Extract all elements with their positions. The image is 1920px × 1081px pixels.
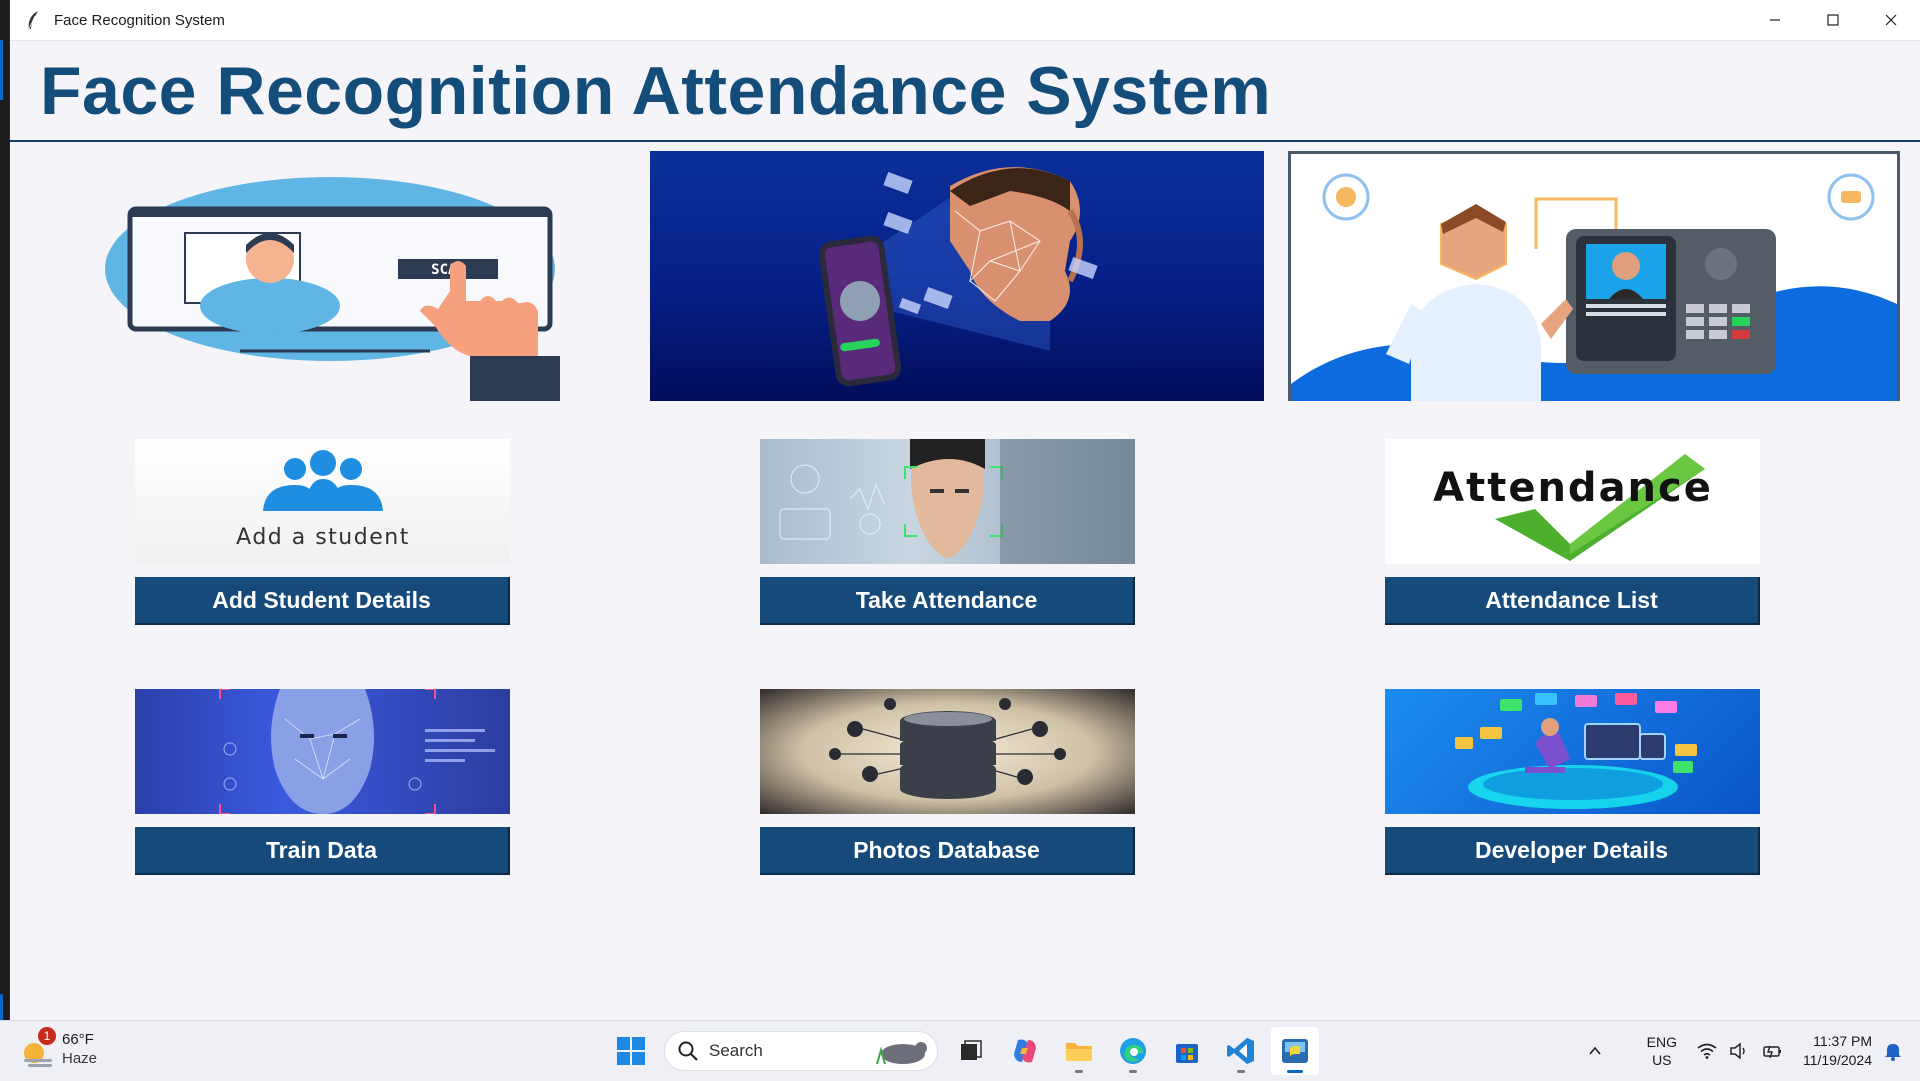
vscode-button[interactable] xyxy=(1217,1027,1265,1075)
store-icon xyxy=(1176,1044,1198,1063)
add-student-caption: Add a student xyxy=(236,525,410,550)
minimize-button[interactable] xyxy=(1746,0,1804,40)
folder-icon xyxy=(1066,1043,1092,1061)
database-icon xyxy=(829,698,1066,799)
store-button[interactable] xyxy=(1163,1027,1211,1075)
clock-time: 11:37 PM xyxy=(1813,1033,1872,1049)
face-phone-banner xyxy=(650,151,1264,401)
maximize-button[interactable] xyxy=(1804,0,1862,40)
python-icon xyxy=(1282,1039,1308,1063)
volume-icon[interactable] xyxy=(1729,1042,1749,1060)
title-bar[interactable]: Face Recognition System xyxy=(10,0,1920,41)
take-attendance-button[interactable]: Take Attendance xyxy=(760,577,1135,625)
scan-banner: SCAN xyxy=(90,151,580,401)
users-icon: Add a student xyxy=(236,450,410,550)
taskbar-search[interactable]: Search xyxy=(664,1031,938,1071)
windows-icon xyxy=(617,1037,645,1065)
attendance-caption: Attendance xyxy=(1433,465,1713,511)
clock-date: 11/19/2024 xyxy=(1802,1052,1872,1068)
copilot-icon xyxy=(1014,1039,1036,1063)
task-view-button[interactable] xyxy=(947,1027,995,1075)
photos-database-image[interactable] xyxy=(760,689,1135,814)
weather-condition: Haze xyxy=(62,1050,98,1067)
weather-badge: 1 xyxy=(38,1027,56,1045)
close-button[interactable] xyxy=(1862,0,1920,40)
page-title: Face Recognition Attendance System xyxy=(40,52,1272,129)
ai-face-icon xyxy=(219,689,495,814)
taskbar: 1 66°F Haze Search ENG US 11:37 PM 11/19… xyxy=(0,1020,1920,1081)
maximize-icon xyxy=(1827,14,1839,26)
feather-icon xyxy=(22,9,44,31)
search-placeholder: Search xyxy=(709,1041,763,1060)
train-data-image[interactable] xyxy=(135,689,510,814)
face-id-phone-illustration xyxy=(818,167,1098,387)
developer-details-image[interactable] xyxy=(1385,689,1760,814)
battery-icon[interactable] xyxy=(1761,1042,1783,1060)
python-app-button[interactable] xyxy=(1271,1027,1319,1075)
edge-icon xyxy=(1120,1038,1146,1064)
system-tray: ENG US 11:37 PM 11/19/2024 xyxy=(1587,1021,1920,1081)
face-scan-person-icon xyxy=(779,439,1135,564)
add-student-details-button[interactable]: Add Student Details xyxy=(135,577,510,625)
vscode-icon xyxy=(1227,1038,1254,1064)
language-line2: US xyxy=(1652,1052,1672,1068)
attendance-terminal-banner xyxy=(1288,151,1900,401)
photos-database-button[interactable]: Photos Database xyxy=(760,827,1135,875)
weather-widget[interactable]: 1 66°F Haze xyxy=(18,1027,98,1069)
task-view-icon xyxy=(961,1040,982,1060)
header: Face Recognition Attendance System xyxy=(10,41,1920,142)
attendance-list-button[interactable]: Attendance List xyxy=(1385,577,1760,625)
file-explorer-button[interactable] xyxy=(1055,1027,1103,1075)
minimize-icon xyxy=(1770,19,1780,21)
chevron-up-icon[interactable] xyxy=(1587,1043,1603,1059)
attendance-terminal-illustration xyxy=(1291,173,1897,401)
face-scan-illustration: SCAN xyxy=(105,177,560,401)
language-line1: ENG xyxy=(1646,1034,1677,1050)
attendance-list-image[interactable]: Attendance xyxy=(1385,439,1760,564)
start-button[interactable] xyxy=(607,1027,655,1075)
wifi-icon[interactable] xyxy=(1697,1043,1717,1059)
add-student-image[interactable]: Add a student xyxy=(135,439,510,564)
window-edge-accent-bottom xyxy=(0,994,3,1020)
language-indicator[interactable]: ENG US xyxy=(1647,1033,1677,1069)
search-highlight-icon xyxy=(876,1042,927,1065)
train-data-button[interactable]: Train Data xyxy=(135,827,510,875)
window-title: Face Recognition System xyxy=(54,11,225,29)
close-icon xyxy=(1885,14,1897,26)
copilot-button[interactable] xyxy=(1001,1027,1049,1075)
developer-workspace-icon xyxy=(1455,693,1697,809)
clock[interactable]: 11:37 PM 11/19/2024 xyxy=(1803,1032,1872,1070)
developer-details-button[interactable]: Developer Details xyxy=(1385,827,1760,875)
take-attendance-image[interactable] xyxy=(760,439,1135,564)
weather-icon: 1 xyxy=(18,1027,56,1069)
weather-temp: 66°F xyxy=(62,1031,94,1048)
search-icon xyxy=(678,1041,698,1061)
edge-button[interactable] xyxy=(1109,1027,1157,1075)
window-edge-accent xyxy=(0,40,3,100)
attendance-check-icon: Attendance xyxy=(1433,454,1713,561)
notification-bell-icon[interactable] xyxy=(1884,1041,1902,1061)
